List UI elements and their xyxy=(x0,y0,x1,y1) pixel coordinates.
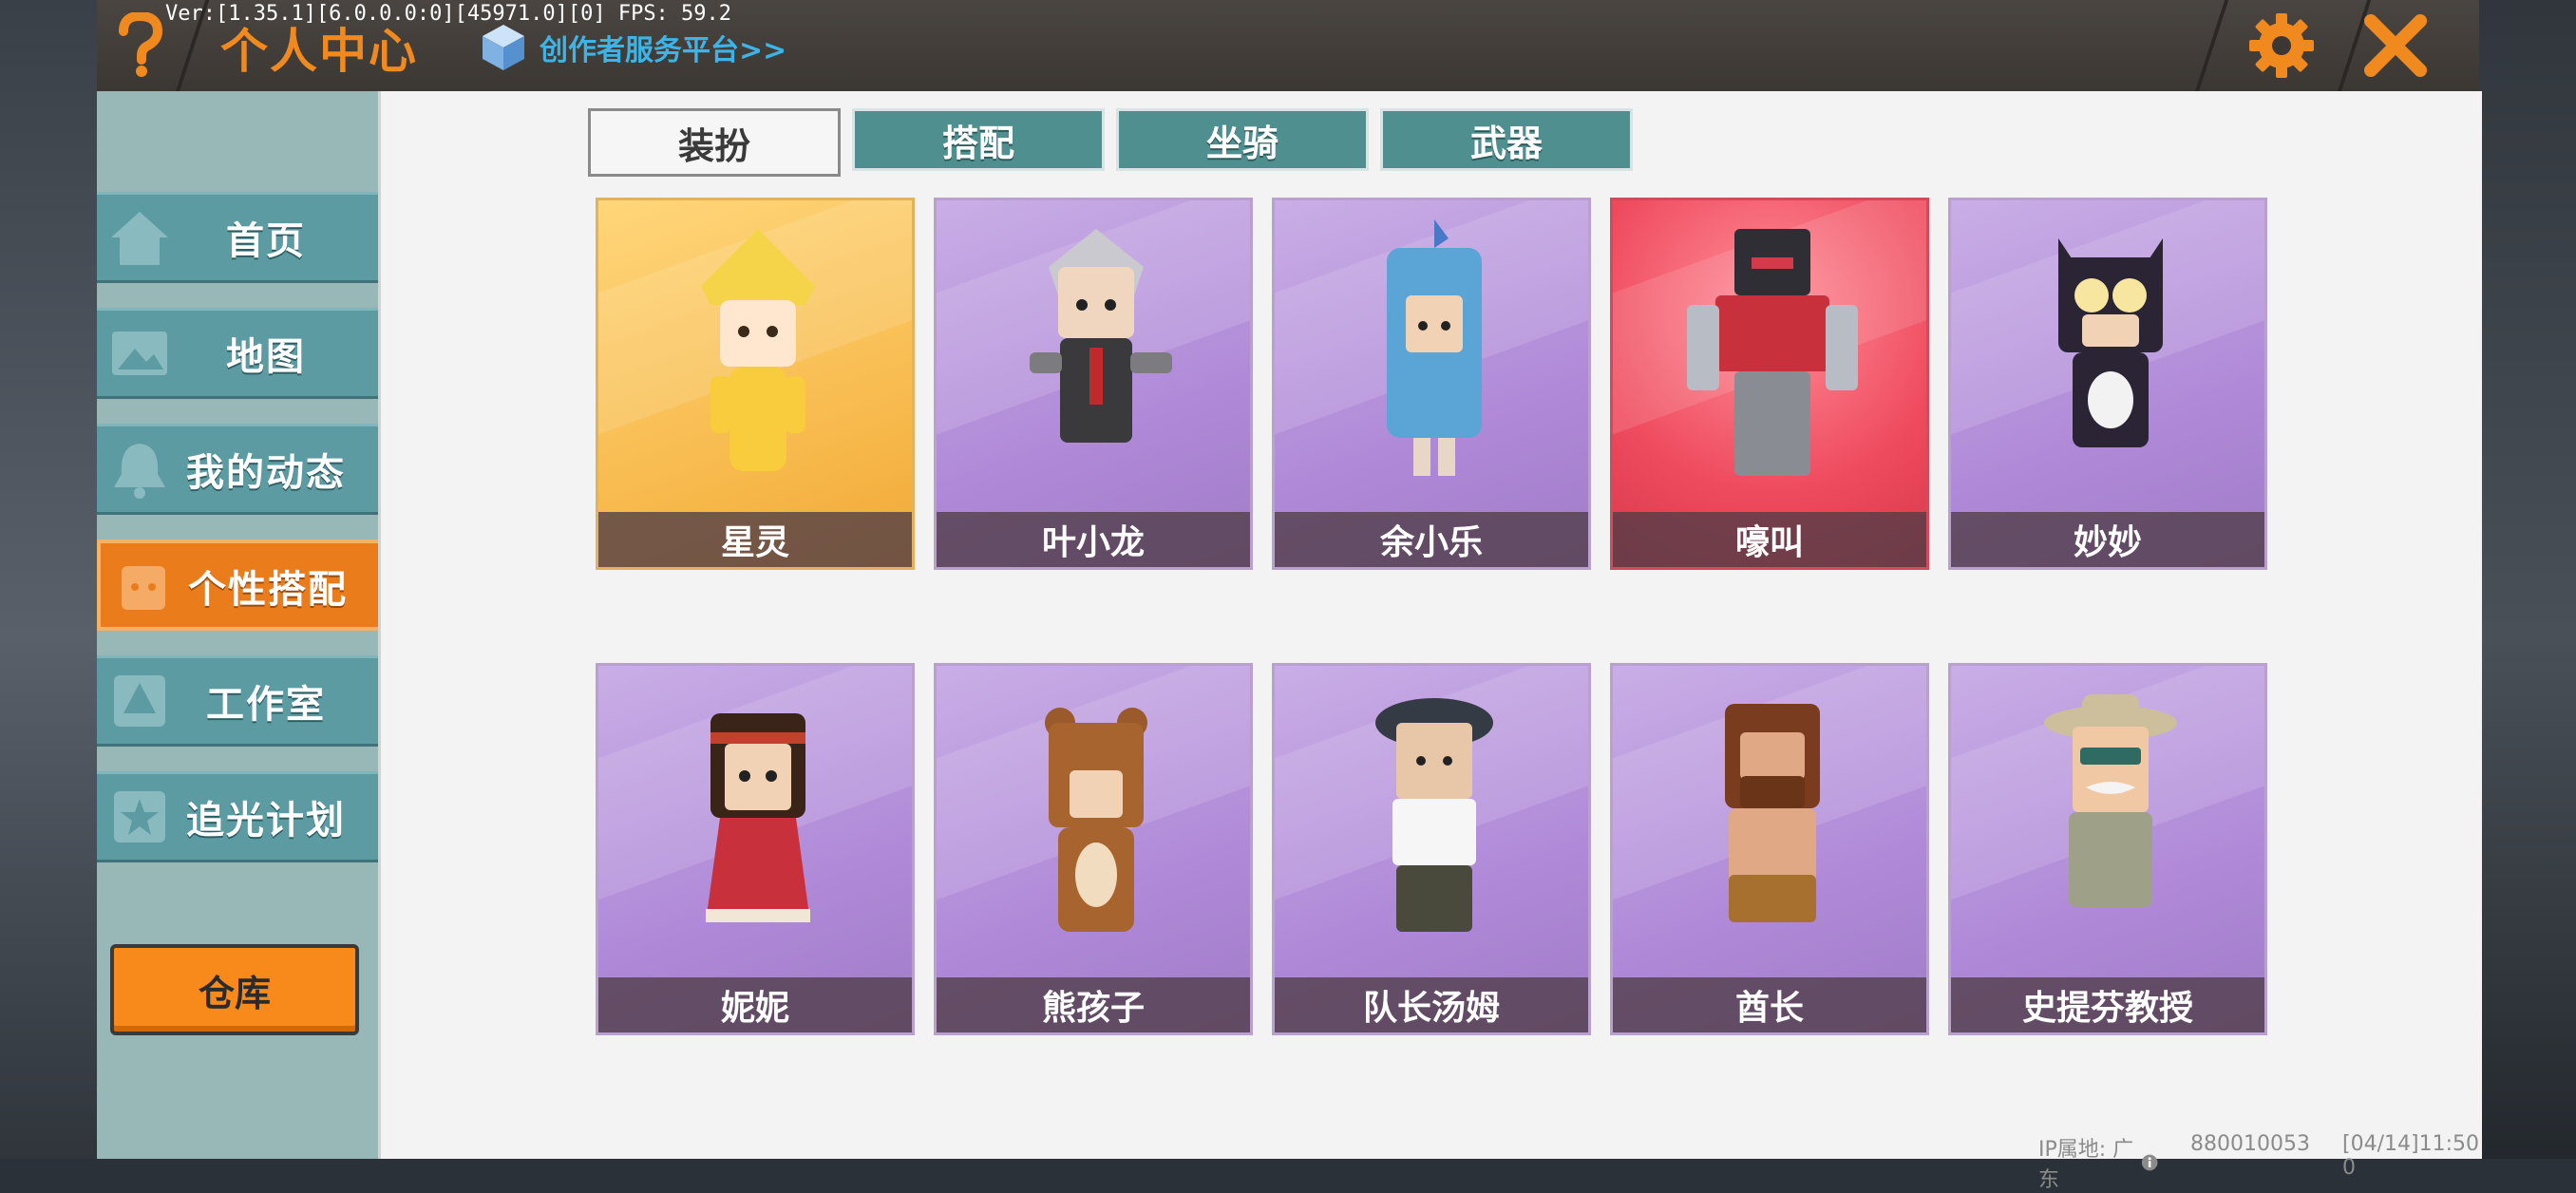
character-name: 史提芬教授 xyxy=(1951,977,2264,1032)
tab-weapon[interactable]: 武器 xyxy=(1380,108,1633,171)
personal-center-window: 个人中心 Ver:[1.35.1][6.0.0.0:0][45971.0][0]… xyxy=(97,0,2482,1192)
header-divider xyxy=(2190,0,2232,91)
character-card[interactable]: 熊孩子 xyxy=(934,663,1253,1035)
character-name: 妙妙 xyxy=(1951,512,2264,567)
sidebar: 首页 地图 我的动态 个性搭配 工作室 追光计划 仓库 xyxy=(97,91,378,1159)
character-name: 妮妮 xyxy=(598,977,912,1032)
character-portrait xyxy=(1687,229,1858,476)
character-card[interactable]: 星灵 xyxy=(596,198,915,570)
character-card[interactable]: 史提芬教授 xyxy=(1948,663,2267,1035)
gear-icon xyxy=(2249,13,2314,78)
info-icon xyxy=(2141,1154,2158,1171)
sidebar-item-studio[interactable]: 工作室 xyxy=(97,655,378,747)
status-footer: IP属地: 广东 880010053 [04/14]11:50 0 xyxy=(2038,1132,2479,1193)
sidebar-item-home[interactable]: 首页 xyxy=(97,192,378,283)
sidebar-item-label: 追光计划 xyxy=(186,799,346,843)
character-name: 星灵 xyxy=(598,512,912,567)
character-card[interactable]: 妮妮 xyxy=(596,663,915,1035)
character-card[interactable]: 叶小龙 xyxy=(934,198,1253,570)
character-card[interactable]: 余小乐 xyxy=(1272,198,1591,570)
tab-bar: 装扮 搭配 坐骑 武器 xyxy=(588,108,1633,177)
character-card[interactable]: 酋长 xyxy=(1610,663,1929,1035)
timestamp: [04/14]11:50 0 xyxy=(2342,1132,2479,1180)
tab-outfit[interactable]: 搭配 xyxy=(852,108,1105,171)
character-portrait xyxy=(1725,704,1820,922)
sidebar-item-label: 我的动态 xyxy=(186,451,346,495)
close-icon xyxy=(2364,14,2427,77)
sidebar-item-chase-light[interactable]: 追光计划 xyxy=(97,771,378,862)
background-right xyxy=(2479,0,2576,1159)
user-id: 880010053 xyxy=(2190,1132,2311,1156)
close-button[interactable] xyxy=(2358,8,2434,84)
top-bar: 个人中心 Ver:[1.35.1][6.0.0.0:0][45971.0][0]… xyxy=(97,0,2479,91)
sidebar-item-map[interactable]: 地图 xyxy=(97,308,378,399)
sidebar-item-label: 地图 xyxy=(226,335,306,379)
cube-icon xyxy=(483,25,524,70)
character-portrait xyxy=(2044,694,2177,907)
character-name: 嚎叫 xyxy=(1613,512,1926,567)
character-name: 余小乐 xyxy=(1275,512,1588,567)
tab-dress-up[interactable]: 装扮 xyxy=(588,108,841,177)
main-content: 装扮 搭配 坐骑 武器 星灵 叶小龙 余小乐 嚎叫 妙妙 妮妮 熊孩子 队长汤姆… xyxy=(378,91,2482,1159)
character-portrait xyxy=(1045,708,1147,932)
character-portrait xyxy=(701,229,815,471)
creator-link-label: 创作者服务平台>> xyxy=(540,34,787,67)
character-name: 队长汤姆 xyxy=(1275,977,1588,1032)
character-grid: 星灵 叶小龙 余小乐 嚎叫 妙妙 妮妮 熊孩子 队长汤姆 酋长 史提芬教授 xyxy=(596,198,2267,1035)
sidebar-item-label: 工作室 xyxy=(206,683,326,727)
ip-location-text: IP属地: 广东 xyxy=(2038,1138,2134,1192)
warehouse-button[interactable]: 仓库 xyxy=(110,944,359,1035)
tab-mount[interactable]: 坐骑 xyxy=(1116,108,1369,171)
character-card[interactable]: 妙妙 xyxy=(1948,198,2267,570)
settings-button[interactable] xyxy=(2244,8,2320,84)
sidebar-item-label: 首页 xyxy=(226,219,306,263)
sidebar-item-my-feed[interactable]: 我的动态 xyxy=(97,424,378,515)
background-left xyxy=(0,0,97,1159)
ip-location[interactable]: IP属地: 广东 xyxy=(2038,1132,2158,1193)
character-portrait xyxy=(2058,238,2163,447)
character-portrait xyxy=(1375,698,1493,932)
character-portrait xyxy=(1387,219,1482,476)
character-name: 叶小龙 xyxy=(937,512,1250,567)
character-card[interactable]: 队长汤姆 xyxy=(1272,663,1591,1035)
character-card[interactable]: 嚎叫 xyxy=(1610,198,1929,570)
creator-platform-link[interactable]: 创作者服务平台>> xyxy=(477,21,786,74)
character-portrait xyxy=(706,713,810,922)
sidebar-item-customize[interactable]: 个性搭配 xyxy=(97,540,378,631)
character-name: 熊孩子 xyxy=(937,977,1250,1032)
sidebar-item-label: 个性搭配 xyxy=(188,568,348,612)
question-icon xyxy=(119,12,163,77)
character-name: 酋长 xyxy=(1613,977,1926,1032)
character-portrait xyxy=(1030,229,1172,443)
